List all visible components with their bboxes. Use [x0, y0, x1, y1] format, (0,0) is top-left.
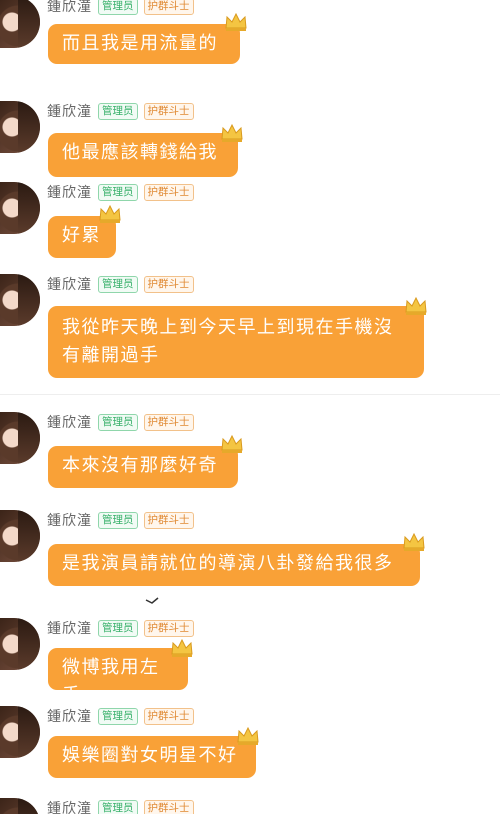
message-bubble[interactable]: 是我演員請就位的導演八卦發給我很多: [48, 544, 420, 586]
guard-badge: 护群斗士: [143, 183, 194, 201]
message-text: 本來沒有那麼好奇: [62, 455, 218, 476]
sender-name: 鍾欣潼: [47, 277, 92, 293]
sender-name: 鍾欣潼: [47, 621, 92, 637]
message-text: 好累: [62, 225, 101, 246]
message-bubble[interactable]: 而且我是用流量的: [48, 24, 240, 64]
message-row: 鍾欣潼 管理员 护群斗士 娛樂圈對女明星不好: [0, 706, 500, 790]
admin-badge: 管理员: [98, 707, 138, 725]
crown-icon: [221, 434, 243, 453]
avatar[interactable]: [0, 412, 40, 464]
avatar[interactable]: [0, 274, 40, 326]
admin-badge: 管理员: [98, 619, 138, 637]
message-row: 鍾欣潼 管理员 护群斗士 是我演員請就位的導演八卦發給我很多: [0, 510, 500, 595]
sender-name: 鍾欣潼: [47, 104, 92, 120]
avatar-hair: [18, 618, 40, 670]
avatar-hair: [18, 412, 40, 464]
avatar-hair: [18, 706, 40, 758]
guard-badge: 护群斗士: [143, 511, 194, 529]
admin-badge: 管理员: [98, 0, 138, 15]
message-bubble[interactable]: 他最應該轉錢給我: [48, 133, 238, 177]
admin-badge: 管理员: [98, 799, 138, 814]
guard-badge: 护群斗士: [143, 0, 194, 15]
avatar[interactable]: [0, 510, 40, 562]
chat-log: 鍾欣潼 管理员 护群斗士 而且我是用流量的 鍾欣潼 管理员 护群斗士 他最應該轉…: [0, 0, 500, 814]
message-meta: 鍾欣潼 管理员 护群斗士: [47, 412, 194, 432]
message-text: 微博我用左手: [62, 657, 160, 706]
avatar[interactable]: [0, 618, 40, 670]
crown-icon: [225, 12, 247, 31]
avatar-hair: [18, 182, 40, 234]
message-text: 他最應該轉錢給我: [62, 142, 218, 163]
message-row: 鍾欣潼 管理员 护群斗士 微博我用左手: [0, 618, 500, 706]
admin-badge: 管理员: [98, 183, 138, 201]
avatar[interactable]: [0, 182, 40, 234]
message-meta: 鍾欣潼 管理员 护群斗士: [47, 182, 194, 202]
guard-badge: 护群斗士: [143, 413, 194, 431]
guard-badge: 护群斗士: [143, 707, 194, 725]
sender-name: 鍾欣潼: [47, 709, 92, 725]
message-text: 我從昨天晚上到今天早上到現在手機沒有離開過手: [62, 317, 394, 366]
avatar[interactable]: [0, 798, 40, 814]
crown-icon: [221, 123, 243, 142]
sender-name: 鍾欣潼: [47, 415, 92, 431]
message-text: 娛樂圈對女明星不好: [62, 745, 238, 766]
message-meta: 鍾欣潼 管理员 护群斗士: [47, 101, 194, 121]
message-row: 鍾欣潼 管理员 护群斗士: [0, 798, 500, 814]
avatar[interactable]: [0, 101, 40, 153]
message-text: 而且我是用流量的: [62, 33, 218, 54]
admin-badge: 管理员: [98, 511, 138, 529]
avatar[interactable]: [0, 706, 40, 758]
message-row: 鍾欣潼 管理员 护群斗士 他最應該轉錢給我: [0, 101, 500, 181]
message-meta: 鍾欣潼 管理员 护群斗士: [47, 0, 194, 16]
message-text: 是我演員請就位的導演八卦發給我很多: [62, 553, 394, 574]
sender-name: 鍾欣潼: [47, 0, 92, 15]
message-bubble[interactable]: 我從昨天晚上到今天早上到現在手機沒有離開過手: [48, 306, 424, 378]
avatar-hair: [18, 274, 40, 326]
message-meta: 鍾欣潼 管理员 护群斗士: [47, 510, 194, 530]
message-row: 鍾欣潼 管理员 护群斗士 而且我是用流量的: [0, 0, 500, 66]
crown-icon: [99, 204, 121, 223]
crown-icon: [403, 532, 425, 551]
avatar-hair: [18, 101, 40, 153]
message-row: 鍾欣潼 管理员 护群斗士 我從昨天晚上到今天早上到現在手機沒有離開過手: [0, 274, 500, 382]
guard-badge: 护群斗士: [143, 102, 194, 120]
admin-badge: 管理员: [98, 275, 138, 293]
message-row: 鍾欣潼 管理员 护群斗士 本來沒有那麼好奇: [0, 412, 500, 492]
avatar-hair: [18, 798, 40, 814]
sender-name: 鍾欣潼: [47, 801, 92, 814]
message-bubble[interactable]: 娛樂圈對女明星不好: [48, 736, 256, 778]
sender-name: 鍾欣潼: [47, 185, 92, 201]
stray-mark: [145, 597, 159, 604]
message-bubble[interactable]: 微博我用左手: [48, 648, 188, 706]
message-row: 鍾欣潼 管理员 护群斗士 好累: [0, 182, 500, 262]
avatar[interactable]: [0, 0, 40, 48]
divider: [0, 394, 500, 395]
message-meta: 鍾欣潼 管理员 护群斗士: [47, 618, 194, 638]
guard-badge: 护群斗士: [143, 275, 194, 293]
admin-badge: 管理员: [98, 413, 138, 431]
crown-icon: [237, 726, 259, 745]
guard-badge: 护群斗士: [143, 799, 194, 814]
crown-icon: [405, 296, 427, 315]
message-bubble[interactable]: 本來沒有那麼好奇: [48, 446, 238, 488]
avatar-hair: [18, 0, 40, 48]
admin-badge: 管理员: [98, 102, 138, 120]
message-meta: 鍾欣潼 管理员 护群斗士: [47, 274, 194, 294]
avatar-hair: [18, 510, 40, 562]
crown-icon: [171, 638, 193, 657]
sender-name: 鍾欣潼: [47, 513, 92, 529]
guard-badge: 护群斗士: [143, 619, 194, 637]
message-meta: 鍾欣潼 管理员 护群斗士: [47, 706, 194, 726]
message-meta: 鍾欣潼 管理员 护群斗士: [47, 798, 194, 814]
